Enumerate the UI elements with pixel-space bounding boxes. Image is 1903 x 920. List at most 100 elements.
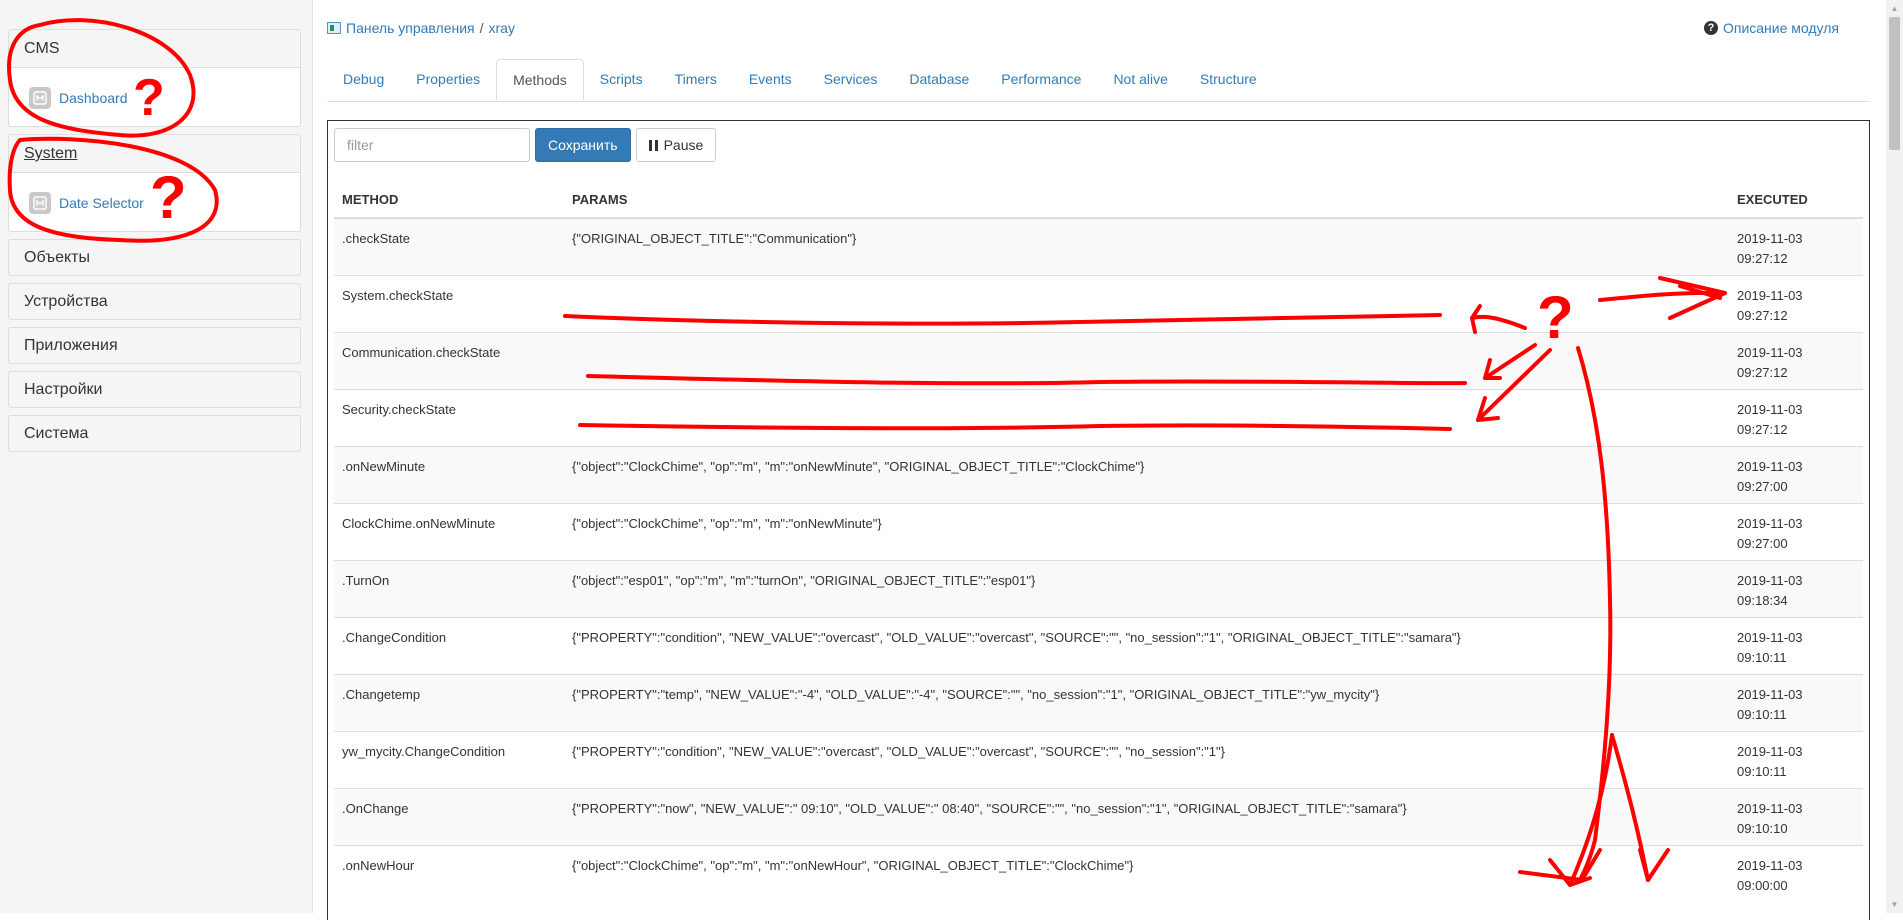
cell-executed: 2019-11-03 09:27:12 (1729, 217, 1863, 275)
executed-date: 2019-11-03 (1737, 629, 1803, 645)
cell-executed: 2019-11-03 09:10:11 (1729, 730, 1863, 788)
panel-cms: CMS Dashboard (8, 29, 301, 127)
executed-date: 2019-11-03 (1737, 686, 1803, 702)
tab-properties[interactable]: Properties (400, 59, 496, 100)
cell-executed: 2019-11-03 09:10:11 (1729, 616, 1863, 674)
module-link-label: Dashboard (59, 90, 128, 106)
tab-timers[interactable]: Timers (659, 59, 733, 100)
save-button[interactable]: Сохранить (535, 128, 631, 162)
tab-performance[interactable]: Performance (985, 59, 1097, 100)
cell-params: {"PROPERTY":"condition", "NEW_VALUE":"ov… (564, 616, 1729, 674)
tab-events[interactable]: Events (733, 59, 808, 100)
cell-params: {"PROPERTY":"condition", "NEW_VALUE":"ov… (564, 730, 1729, 788)
page-scrollbar[interactable]: ▲ ▼ (1886, 0, 1903, 913)
column-header-params[interactable]: PARAMS (564, 181, 1729, 219)
cell-params (564, 331, 1729, 389)
executed-date: 2019-11-03 (1737, 800, 1803, 816)
table-row: .onNewMinute {"object":"ClockChime", "op"… (334, 445, 1863, 503)
pause-icon (648, 139, 658, 151)
executed-date: 2019-11-03 (1737, 458, 1803, 474)
panel-system-title-text[interactable]: System (24, 145, 77, 162)
cell-method: ClockChime.onNewMinute (334, 502, 564, 560)
executed-time: 09:10:11 (1737, 763, 1787, 779)
tab-database[interactable]: Database (893, 59, 985, 100)
cell-executed: 2019-11-03 09:27:12 (1729, 388, 1863, 446)
tab-services[interactable]: Services (808, 59, 894, 100)
executed-time: 09:27:12 (1737, 251, 1788, 266)
module-help-link[interactable]: Описание модуля (1723, 20, 1839, 36)
cell-method: .onNewHour (334, 844, 564, 902)
cell-method: Communication.checkState (334, 331, 564, 389)
cell-params: {"PROPERTY":"now", "NEW_VALUE":" 09:10",… (564, 787, 1729, 845)
scrollbar-thumb[interactable] (1889, 17, 1900, 150)
methods-table: METHOD PARAMS EXECUTED .checkState {"ORIG… (334, 181, 1863, 902)
pause-button-label: Pause (663, 137, 704, 153)
panel-system-title[interactable]: System (9, 135, 300, 173)
executed-time: 09:27:00 (1737, 478, 1788, 494)
table-row: yw_mycity.ChangeCondition {"PROPERTY":"co… (334, 730, 1863, 788)
column-header-method[interactable]: METHOD (334, 181, 564, 219)
module-help: ? Описание модуля (1703, 20, 1839, 36)
sidebar-category-settings[interactable]: Настройки (8, 371, 301, 408)
cell-params (564, 388, 1729, 446)
tab-debug[interactable]: Debug (327, 59, 400, 100)
table-row: Security.checkState 2019-11-03 09:27:12 (334, 388, 1863, 446)
cell-method: Security.checkState (334, 388, 564, 446)
panel-system: System Date Selector (8, 134, 301, 232)
cell-method: .onNewMinute (334, 445, 564, 503)
sidebar: CMS Dashboard System Date Selector Объек… (0, 0, 313, 913)
filter-input[interactable] (334, 128, 530, 162)
cell-executed: 2019-11-03 09:10:10 (1729, 787, 1863, 845)
cell-executed: 2019-11-03 09:27:00 (1729, 502, 1863, 560)
module-link-date-selector[interactable]: Date Selector (29, 192, 144, 214)
executed-time: 09:00:00 (1737, 877, 1788, 893)
cell-params: {"ORIGINAL_OBJECT_TITLE":"Communication"… (564, 217, 1729, 275)
sidebar-category-objects[interactable]: Объекты (8, 239, 301, 276)
breadcrumb: Панель управления / xray (327, 20, 515, 36)
executed-time: 09:10:10 (1737, 820, 1788, 836)
tab-scripts[interactable]: Scripts (584, 59, 659, 100)
executed-date: 2019-11-03 (1737, 857, 1803, 873)
cell-executed: 2019-11-03 09:27:12 (1729, 331, 1863, 389)
executed-time: 09:10:11 (1737, 706, 1787, 722)
executed-date: 2019-11-03 (1737, 231, 1803, 246)
cell-executed: 2019-11-03 09:27:00 (1729, 445, 1863, 503)
tab-not-alive[interactable]: Not alive (1097, 59, 1183, 100)
scroll-up-arrow-icon[interactable]: ▲ (1886, 0, 1903, 17)
column-header-executed[interactable]: EXECUTED (1729, 181, 1863, 219)
cell-params: {"object":"esp01", "op":"m", "m":"turnOn… (564, 559, 1729, 617)
cell-params: {"object":"ClockChime", "op":"m", "m":"o… (564, 502, 1729, 560)
table-row: .onNewHour {"object":"ClockChime", "op":"… (334, 844, 1863, 902)
executed-time: 09:10:11 (1737, 649, 1787, 665)
sidebar-category-system[interactable]: Система (8, 415, 301, 452)
cell-method: .checkState (334, 217, 564, 275)
cell-method: .OnChange (334, 787, 564, 845)
breadcrumb-current-link[interactable]: xray (489, 20, 515, 36)
cell-params: {"object":"ClockChime", "op":"m", "m":"o… (564, 445, 1729, 503)
tab-methods[interactable]: Methods (496, 59, 584, 101)
table-row: .ChangeCondition {"PROPERTY":"condition",… (334, 616, 1863, 674)
module-icon (29, 192, 51, 214)
breadcrumb-separator: / (479, 20, 484, 36)
module-link-dashboard[interactable]: Dashboard (29, 87, 128, 109)
sidebar-category-devices[interactable]: Устройства (8, 283, 301, 320)
executed-date: 2019-11-03 (1737, 344, 1803, 360)
pause-button[interactable]: Pause (635, 128, 717, 162)
executed-date: 2019-11-03 (1737, 743, 1803, 759)
control-panel-icon (327, 22, 341, 34)
sidebar-category-apps[interactable]: Приложения (8, 327, 301, 364)
table-row: .OnChange {"PROPERTY":"now", "NEW_VALUE":… (334, 787, 1863, 845)
module-link-label: Date Selector (59, 195, 144, 211)
panel-cms-title: CMS (9, 30, 300, 68)
cell-method: .Changetemp (334, 673, 564, 731)
methods-panel: Сохранить Pause METHOD PARAMS EXECUTED .… (327, 120, 1870, 920)
cell-executed: 2019-11-03 09:00:00 (1729, 844, 1863, 902)
executed-time: 09:27:00 (1737, 535, 1788, 551)
table-row: System.checkState 2019-11-03 09:27:12 (334, 274, 1863, 332)
breadcrumb-root-link[interactable]: Панель управления (346, 20, 475, 36)
table-row: .Changetemp {"PROPERTY":"temp", "NEW_VALU… (334, 673, 1863, 731)
scroll-down-arrow-icon[interactable]: ▼ (1886, 896, 1903, 913)
tab-structure[interactable]: Structure (1184, 59, 1273, 100)
table-row: .TurnOn {"object":"esp01", "op":"m", "m":… (334, 559, 1863, 617)
executed-time: 09:27:12 (1737, 364, 1788, 380)
